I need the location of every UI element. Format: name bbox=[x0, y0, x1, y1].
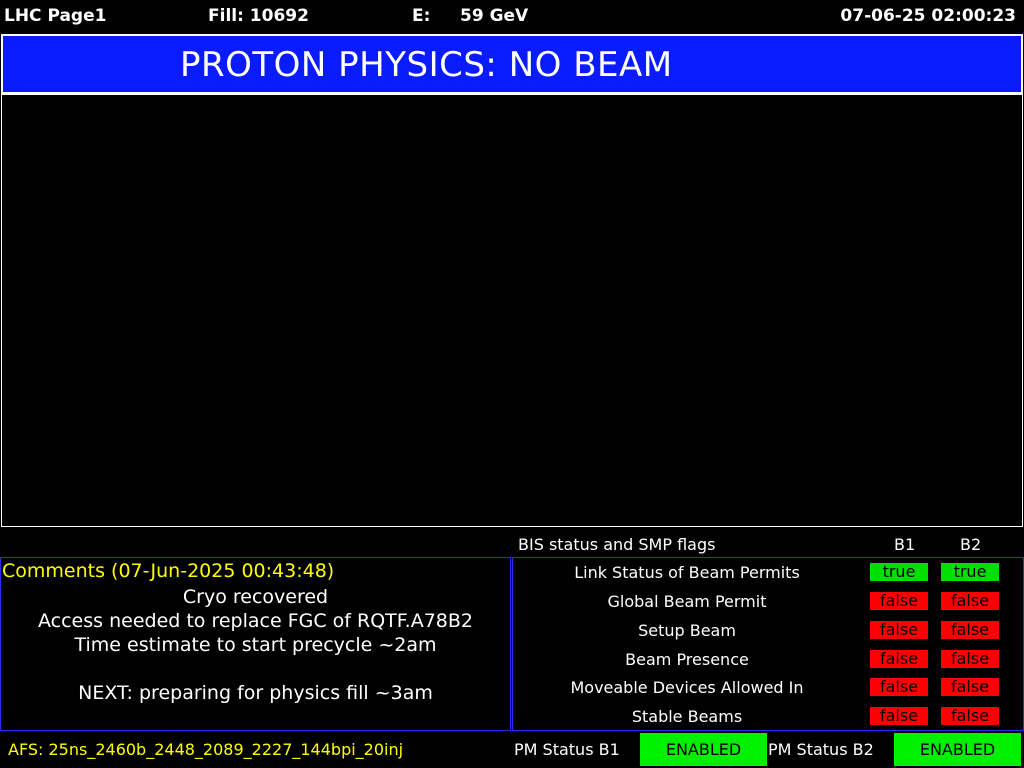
comment-line: Access needed to replace FGC of RQTF.A78… bbox=[38, 610, 473, 632]
pm-status-b2-label: PM Status B2 bbox=[768, 740, 874, 759]
pm-status-b1-value: ENABLED bbox=[640, 733, 767, 766]
flag-b2-global-permit: false bbox=[941, 592, 999, 610]
pm-status-b1-label: PM Status B1 bbox=[514, 740, 620, 759]
flag-b2-stable-beams: false bbox=[941, 707, 999, 725]
flag-label-stable-beams: Stable Beams bbox=[631, 707, 743, 726]
comments-title: Comments (07-Jun-2025 00:43:48) bbox=[2, 560, 335, 582]
flag-label-link-status: Link Status of Beam Permits bbox=[574, 563, 800, 582]
flag-b1-stable-beams: false bbox=[870, 707, 928, 725]
page-name: LHC Page1 bbox=[4, 6, 107, 26]
main-display-area bbox=[1, 94, 1023, 527]
flag-b2-setup-beam: false bbox=[941, 621, 999, 639]
fill-number: Fill: 10692 bbox=[208, 6, 309, 26]
flag-b2-moveable-devices: false bbox=[941, 678, 999, 696]
beam-mode-text: PROTON PHYSICS: NO BEAM bbox=[180, 45, 673, 85]
flag-label-moveable-devices: Moveable Devices Allowed In bbox=[570, 678, 804, 697]
energy-label: E: bbox=[412, 6, 431, 26]
flag-b1-link-status: true bbox=[870, 563, 928, 581]
flag-label-beam-presence: Beam Presence bbox=[625, 650, 749, 669]
column-header-b1: B1 bbox=[894, 535, 916, 554]
datetime: 07-06-25 02:00:23 bbox=[840, 6, 1016, 26]
flag-b1-global-permit: false bbox=[870, 592, 928, 610]
bis-title: BIS status and SMP flags bbox=[518, 535, 716, 554]
pm-status-b2-value: ENABLED bbox=[894, 733, 1021, 766]
beam-mode-banner: PROTON PHYSICS: NO BEAM bbox=[1, 34, 1023, 94]
flag-b1-setup-beam: false bbox=[870, 621, 928, 639]
flags-panel bbox=[512, 557, 1024, 731]
flag-b1-beam-presence: false bbox=[870, 650, 928, 668]
comment-line: Time estimate to start precycle ~2am bbox=[74, 634, 437, 656]
flag-b1-moveable-devices: false bbox=[870, 678, 928, 696]
flag-label-global-permit: Global Beam Permit bbox=[607, 592, 767, 611]
flag-b2-link-status: true bbox=[941, 563, 999, 581]
energy-value: 59 GeV bbox=[460, 6, 529, 26]
comment-line: NEXT: preparing for physics fill ~3am bbox=[78, 682, 433, 704]
top-bar: LHC Page1 Fill: 10692 E: 59 GeV 07-06-25… bbox=[0, 0, 1024, 32]
afs-filling-scheme: AFS: 25ns_2460b_2448_2089_2227_144bpi_20… bbox=[8, 740, 404, 759]
flag-b2-beam-presence: false bbox=[941, 650, 999, 668]
flag-label-setup-beam: Setup Beam bbox=[638, 621, 736, 640]
comment-line: Cryo recovered bbox=[182, 586, 329, 608]
column-header-b2: B2 bbox=[960, 535, 982, 554]
